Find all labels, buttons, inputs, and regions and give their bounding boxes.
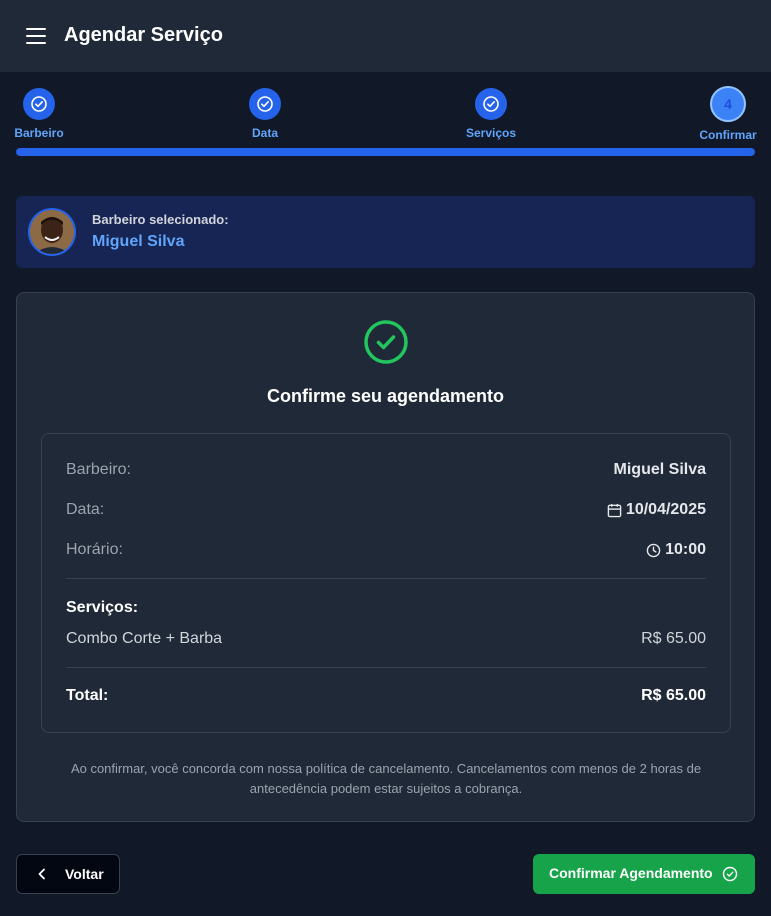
barber-label: Barbeiro: bbox=[66, 461, 131, 478]
confirm-booking-button[interactable]: Confirmar Agendamento bbox=[533, 854, 755, 894]
total-value: R$ 65.00 bbox=[641, 687, 706, 704]
back-button[interactable]: Voltar bbox=[16, 854, 120, 894]
check-icon bbox=[23, 88, 55, 120]
calendar-icon bbox=[607, 503, 622, 517]
step-confirmar[interactable]: 4 Confirmar bbox=[678, 86, 771, 142]
step-number: 4 bbox=[710, 86, 746, 122]
menu-icon[interactable] bbox=[24, 26, 48, 46]
step-servicos[interactable]: Serviços bbox=[441, 88, 541, 140]
summary-row-date: Data: 10/04/2025 bbox=[66, 501, 706, 523]
divider bbox=[66, 578, 706, 579]
back-button-label: Voltar bbox=[65, 866, 104, 882]
progress-bar bbox=[16, 148, 755, 156]
selected-barber-name: Miguel Silva bbox=[92, 233, 185, 250]
step-data[interactable]: Data bbox=[215, 88, 315, 140]
check-circle-icon bbox=[364, 320, 408, 364]
check-icon bbox=[475, 88, 507, 120]
step-barbeiro[interactable]: Barbeiro bbox=[0, 88, 89, 140]
step-label: Serviços bbox=[465, 126, 517, 140]
confirmation-panel: Confirme seu agendamento Barbeiro: Migue… bbox=[16, 292, 755, 822]
divider bbox=[66, 667, 706, 668]
page-title: Agendar Serviço bbox=[64, 24, 223, 46]
list-item: Combo Corte + Barba R$ 65.00 bbox=[66, 630, 706, 652]
date-value: 10/04/2025 bbox=[625, 501, 706, 518]
total-label: Total: bbox=[66, 687, 109, 704]
step-label: Barbeiro bbox=[14, 126, 64, 140]
services-heading: Serviços: bbox=[66, 599, 139, 616]
booking-summary: Barbeiro: Miguel Silva Data: 10/04/2025 … bbox=[41, 433, 731, 733]
selected-barber-card: Barbeiro selecionado: Miguel Silva bbox=[16, 196, 755, 268]
avatar bbox=[28, 208, 76, 256]
summary-row-barber: Barbeiro: Miguel Silva bbox=[66, 461, 706, 483]
step-label: Confirmar bbox=[699, 128, 757, 142]
time-label: Horário: bbox=[66, 541, 123, 558]
check-icon bbox=[249, 88, 281, 120]
app-header: Agendar Serviço bbox=[0, 0, 771, 72]
date-value-wrap: 10/04/2025 bbox=[607, 501, 706, 519]
check-circle-icon bbox=[722, 866, 738, 882]
summary-row-total: Total: R$ 65.00 bbox=[66, 687, 706, 709]
selected-barber-caption: Barbeiro selecionado: bbox=[92, 212, 229, 227]
barber-value: Miguel Silva bbox=[613, 461, 706, 478]
service-price: R$ 65.00 bbox=[641, 630, 706, 647]
summary-row-time: Horário: 10:00 bbox=[66, 541, 706, 563]
cancellation-policy-text: Ao confirmar, você concorda com nossa po… bbox=[70, 761, 702, 796]
step-label: Data bbox=[251, 126, 278, 140]
chevron-left-icon bbox=[38, 868, 45, 880]
progress-fill bbox=[16, 148, 755, 156]
time-value: 10:00 bbox=[665, 541, 706, 558]
service-name: Combo Corte + Barba bbox=[66, 630, 223, 647]
confirm-button-label: Confirmar Agendamento bbox=[549, 865, 713, 881]
time-value-wrap: 10:00 bbox=[646, 541, 706, 559]
confirmation-title: Confirme seu agendamento bbox=[266, 386, 505, 406]
date-label: Data: bbox=[66, 501, 105, 518]
clock-icon bbox=[646, 543, 661, 557]
